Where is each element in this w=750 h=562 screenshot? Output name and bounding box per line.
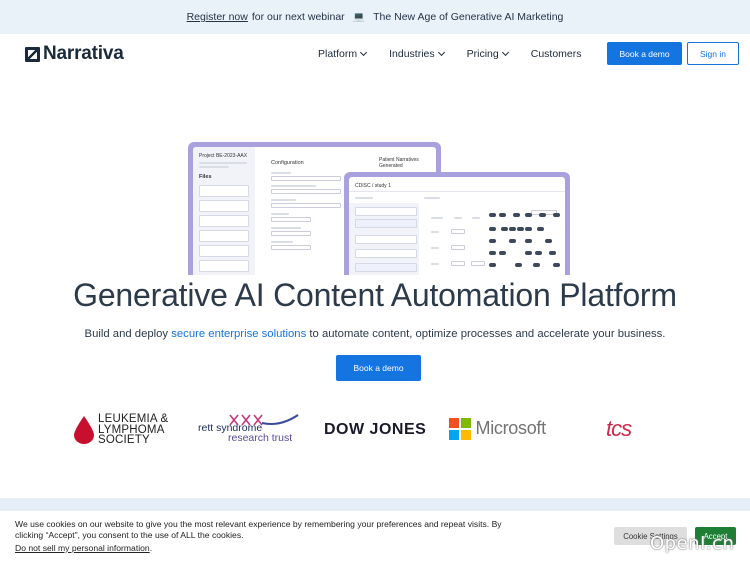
narrativa-logo-icon	[25, 46, 40, 62]
cookie-link-row: Do not sell my personal information.	[15, 543, 152, 553]
lls-logo: LEUKEMIA & LYMPHOMA SOCIETY	[74, 414, 168, 446]
mockup-study: CDISC / study 1	[355, 183, 391, 189]
lls-line-1: LEUKEMIA &	[98, 413, 169, 425]
announcement-bar: Register now for our next webinar 💻 The …	[0, 0, 750, 34]
customer-logos: LEUKEMIA & LYMPHOMA SOCIETY rett syndrom…	[0, 405, 750, 455]
nav-pricing-label: Pricing	[466, 48, 499, 60]
hero-subtitle-start: Build and deploy	[84, 328, 169, 340]
lls-line-3: SOCIETY	[98, 434, 150, 446]
rett-syndrome-logo: rett syndrome research trust	[198, 411, 299, 444]
laptop-icon: 💻	[352, 11, 366, 23]
watermark: OpenI.cn	[650, 533, 735, 554]
nav-customers-label: Customers	[530, 48, 582, 60]
microsoft-windows-icon	[449, 418, 471, 440]
webinar-title[interactable]: The New Age of Generative AI Marketing	[373, 11, 563, 23]
rett-line-2: research trust	[228, 432, 293, 444]
secure-solutions-link[interactable]: secure enterprise solutions	[171, 328, 306, 340]
announcement-text: for our next webinar	[251, 11, 345, 23]
nav-platform[interactable]: Platform	[318, 48, 368, 60]
cookie-message: We use cookies on our website to give yo…	[15, 519, 502, 540]
hero-subtitle: Build and deploy secure enterprise solut…	[0, 328, 750, 340]
mockup-project: Project BE-2023-AAX	[199, 153, 248, 159]
site-header: Narrativa Platform Industries Pricing Cu…	[0, 34, 750, 74]
chromosome-icon	[229, 414, 299, 426]
nav-customers[interactable]: Customers	[531, 48, 582, 60]
blood-drop-icon	[74, 415, 94, 444]
cookie-link-period: .	[149, 543, 153, 553]
chevron-down-icon	[501, 48, 509, 57]
mockup-patient-narratives: Patient Narratives Generated	[379, 157, 419, 169]
microsoft-logo: Microsoft	[449, 418, 546, 440]
sign-in-button[interactable]: Sign in	[687, 42, 739, 65]
mockup-sidebar: Project BE-2023-AAX Files	[193, 147, 255, 275]
nav-platform-label: Platform	[318, 48, 358, 60]
chevron-down-icon	[360, 48, 368, 57]
main-nav: Platform Industries Pricing Customers	[318, 48, 605, 60]
dow-jones-logo: DOW JONES	[324, 421, 427, 438]
nav-pricing[interactable]: Pricing	[466, 48, 509, 60]
microsoft-text: Microsoft	[475, 418, 547, 439]
hero-title: Generative AI Content Automation Platfor…	[73, 277, 677, 313]
mockup-files-label: Files	[199, 174, 212, 180]
product-mockup-front: CDISC / study 1	[344, 172, 570, 275]
chevron-down-icon	[437, 48, 445, 57]
cookie-banner: We use cookies on our website to give yo…	[0, 511, 750, 562]
tcs-logo: tcs	[606, 416, 632, 441]
header-book-demo-button[interactable]: Book a demo	[607, 42, 682, 65]
nav-industries[interactable]: Industries	[389, 48, 445, 60]
nav-industries-label: Industries	[389, 48, 435, 60]
hero-book-demo-button[interactable]: Book a demo	[336, 355, 421, 381]
do-not-sell-link[interactable]: Do not sell my personal information	[15, 543, 150, 553]
register-now-link[interactable]: Register now	[187, 11, 248, 23]
hero-subtitle-end: to automate content, optimize processes …	[309, 328, 666, 340]
logo-text: Narrativa	[43, 43, 124, 64]
mockup-configuration: Configuration	[271, 160, 304, 166]
logo[interactable]: Narrativa	[25, 43, 124, 65]
lls-text: LEUKEMIA & LYMPHOMA SOCIETY	[98, 414, 168, 446]
